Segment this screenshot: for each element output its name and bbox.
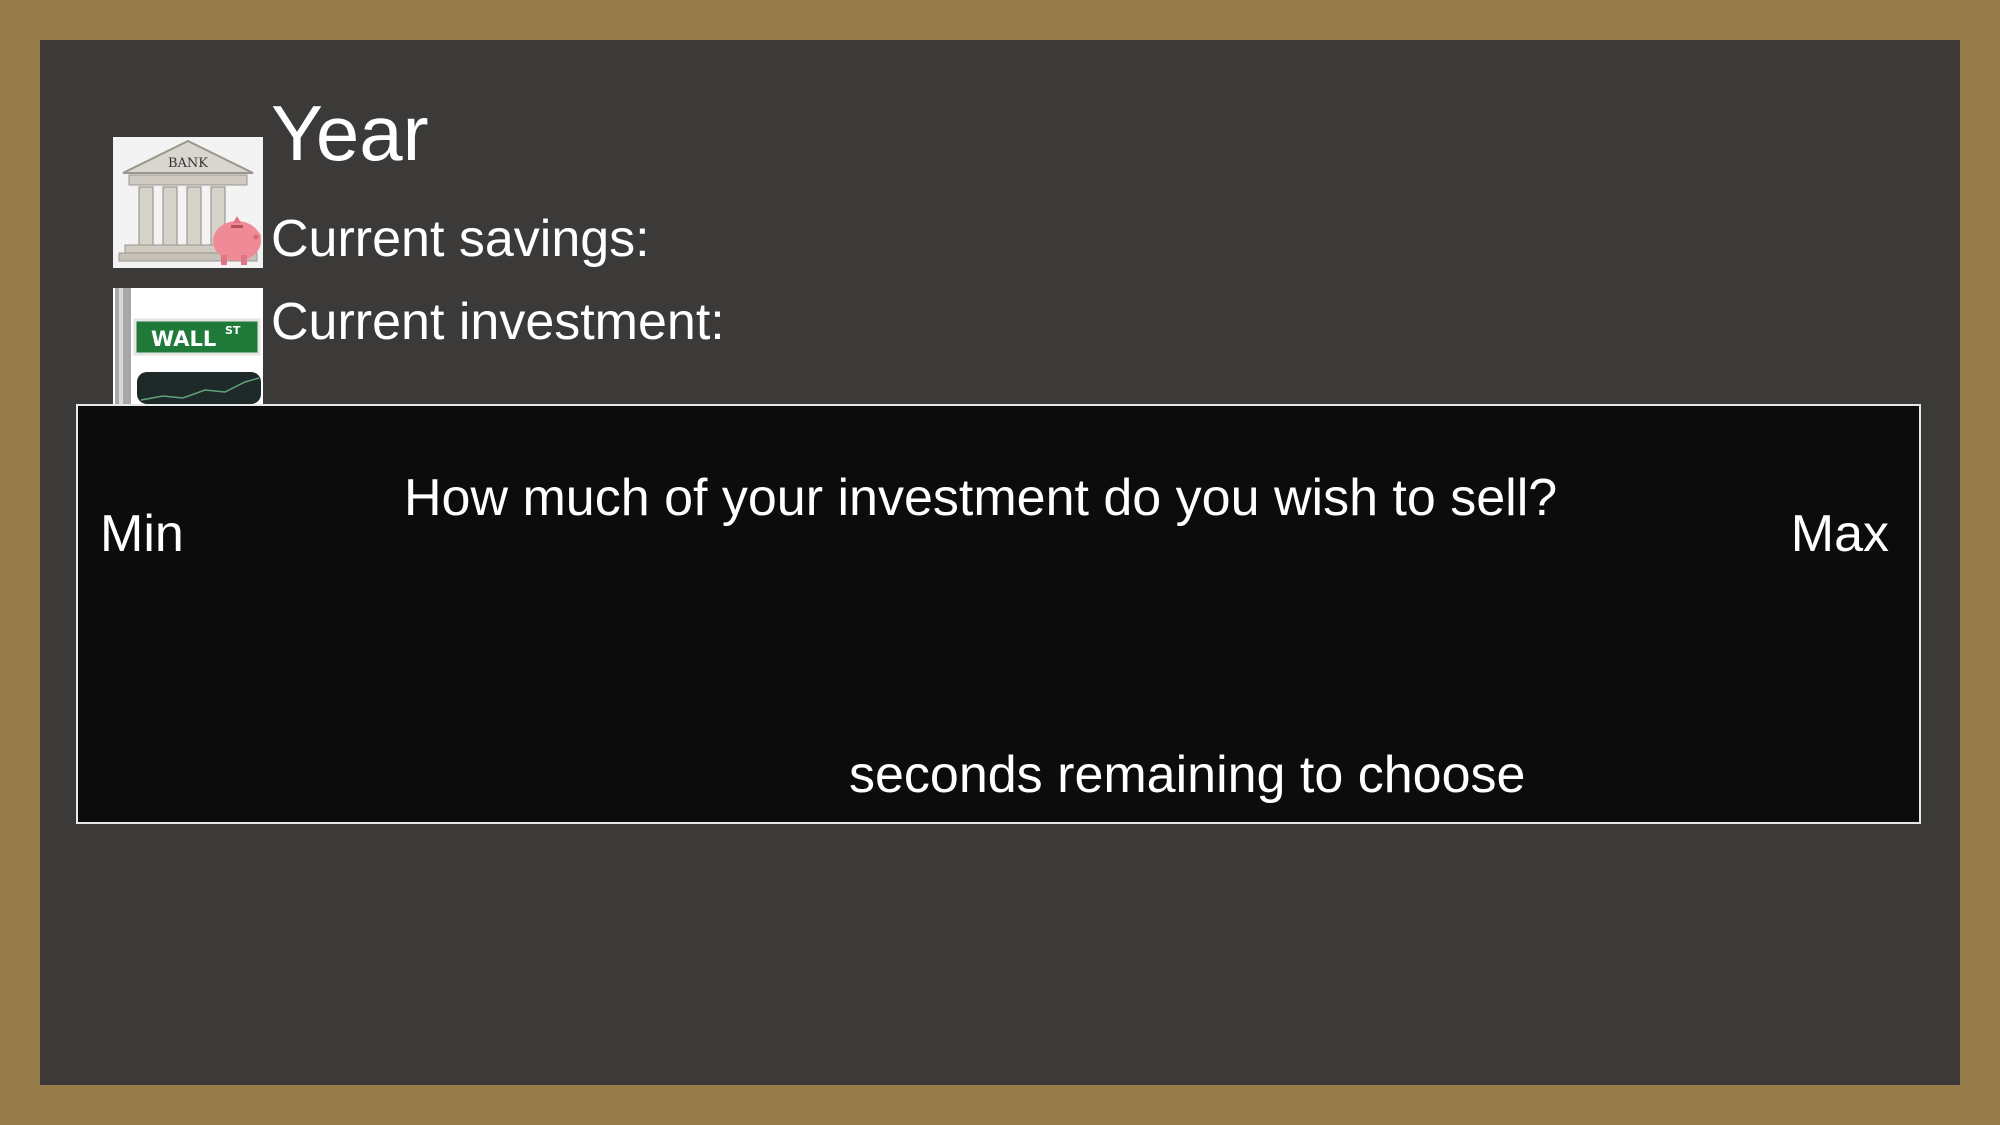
slider-max-label: Max [1790, 505, 1889, 563]
current-savings-label: Current savings: [271, 210, 650, 268]
sell-question: How much of your investment do you wish … [404, 469, 1558, 527]
bank-icon: BANK [113, 137, 263, 268]
bank-building-icon: BANK [113, 137, 263, 268]
current-investment-label: Current investment: [271, 293, 725, 351]
wall-street-icon: WALL ST [113, 288, 263, 404]
bank-sign-text: BANK [168, 156, 208, 171]
wall-sign-text: WALL [151, 327, 216, 351]
wall-sign-superscript: ST [225, 324, 241, 337]
game-screen: BANK WALL ST Year Current savings: Curre… [40, 40, 1960, 1085]
slider-min-label: Min [100, 505, 184, 563]
wall-street-sign-icon: WALL ST [113, 288, 263, 404]
year-label: Year [271, 89, 429, 177]
sell-investment-dialog[interactable]: Min How much of your investment do you w… [76, 404, 1921, 824]
countdown-text: seconds remaining to choose [849, 746, 1526, 804]
